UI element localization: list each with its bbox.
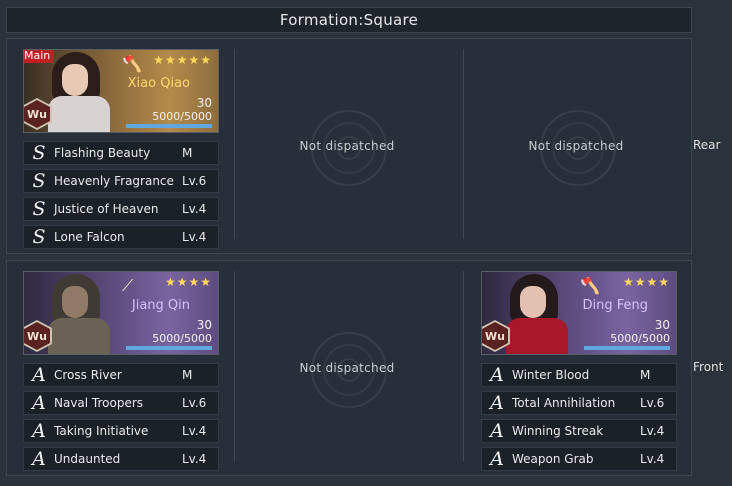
troop-bar-fill: [126, 124, 212, 128]
slot-divider: [234, 49, 235, 239]
skill-name: Justice of Heaven: [54, 202, 159, 216]
general-level: 30: [196, 96, 212, 110]
front-row-panel: Wu ⟋ ★★★★ Jiang Qin 30 5000/5000 A Cross …: [6, 260, 692, 476]
star-rating: ★★★★: [622, 275, 670, 289]
skill-level: Lv.4: [640, 452, 665, 466]
skill-grade: S: [32, 142, 46, 164]
rear-slot-1[interactable]: Wu Main 🪓 ★★★★★ Xiao Qiao 30 5000/5000 S…: [7, 39, 229, 253]
not-dispatched-label: Not dispatched: [299, 361, 395, 375]
skill-grade: A: [490, 448, 504, 470]
troop-bar: [584, 346, 670, 350]
skill-name: Total Annihilation: [512, 396, 616, 410]
skill-name: Winning Streak: [512, 424, 604, 438]
skill-row[interactable]: A Winning Streak Lv.4: [481, 419, 677, 443]
skill-name: Cross River: [54, 368, 122, 382]
skill-level: Lv.4: [182, 202, 207, 216]
rear-slot-2-empty[interactable]: Not dispatched: [236, 39, 458, 253]
skill-row[interactable]: A Undaunted Lv.4: [23, 447, 219, 471]
skill-level: Lv.4: [640, 424, 665, 438]
skill-level: Lv.6: [640, 396, 665, 410]
front-slot-1[interactable]: Wu ⟋ ★★★★ Jiang Qin 30 5000/5000 A Cross …: [7, 261, 229, 475]
skill-list: A Winter Blood M A Total Annihilation Lv.6 A…: [481, 363, 677, 475]
troop-bar-fill: [584, 346, 670, 350]
skill-level: Lv.4: [182, 452, 207, 466]
skill-row[interactable]: A Weapon Grab Lv.4: [481, 447, 677, 471]
skill-grade: A: [490, 420, 504, 442]
skill-grade: A: [490, 364, 504, 386]
skill-name: Heavenly Fragrance: [54, 174, 174, 188]
general-level: 30: [654, 318, 670, 332]
not-dispatched-label: Not dispatched: [528, 139, 624, 153]
skill-grade: S: [32, 198, 46, 220]
spear-icon: ⟋: [122, 276, 134, 295]
skill-level: M: [640, 368, 651, 382]
general-card-jiang-qin[interactable]: Wu ⟋ ★★★★ Jiang Qin 30 5000/5000: [23, 271, 219, 355]
troop-bar: [126, 124, 212, 128]
general-name: Xiao Qiao: [127, 76, 190, 91]
general-card-ding-feng[interactable]: Wu 🪓 ★★★★ Ding Feng 30 5000/5000: [481, 271, 677, 355]
skill-grade: A: [32, 448, 46, 470]
skill-level: Lv.6: [182, 396, 207, 410]
front-slot-3[interactable]: Wu 🪓 ★★★★ Ding Feng 30 5000/5000 A Winter…: [465, 261, 687, 475]
skill-name: Weapon Grab: [512, 452, 594, 466]
rear-slot-3-empty[interactable]: Not dispatched: [465, 39, 687, 253]
skill-grade: A: [32, 364, 46, 386]
skill-row[interactable]: A Total Annihilation Lv.6: [481, 391, 677, 415]
formation-title: Formation:Square: [6, 7, 692, 33]
troop-count: 5000/5000: [610, 332, 670, 345]
general-name: Jiang Qin: [131, 298, 190, 313]
axe-icon: 🪓: [122, 54, 142, 73]
slot-divider: [463, 271, 464, 461]
skill-row[interactable]: S Heavenly Fragrance Lv.6: [23, 169, 219, 193]
skill-row[interactable]: S Lone Falcon Lv.4: [23, 225, 219, 249]
troop-bar-fill: [126, 346, 212, 350]
star-rating: ★★★★: [164, 275, 212, 289]
rear-row-panel: Wu Main 🪓 ★★★★★ Xiao Qiao 30 5000/5000 S…: [6, 38, 692, 254]
general-card-xiao-qiao[interactable]: Wu Main 🪓 ★★★★★ Xiao Qiao 30 5000/5000: [23, 49, 219, 133]
skill-level: Lv.4: [182, 424, 207, 438]
row-label-rear: Rear: [693, 138, 721, 152]
skill-row[interactable]: A Naval Troopers Lv.6: [23, 391, 219, 415]
skill-grade: A: [490, 392, 504, 414]
troop-count: 5000/5000: [152, 110, 212, 123]
skill-name: Winter Blood: [512, 368, 590, 382]
skill-name: Lone Falcon: [54, 230, 125, 244]
star-rating: ★★★★★: [153, 53, 212, 67]
skill-row[interactable]: A Taking Initiative Lv.4: [23, 419, 219, 443]
main-badge: Main: [24, 50, 55, 63]
not-dispatched-label: Not dispatched: [299, 139, 395, 153]
skill-level: Lv.6: [182, 174, 207, 188]
skill-row[interactable]: A Winter Blood M: [481, 363, 677, 387]
skill-level: Lv.4: [182, 230, 207, 244]
skill-list: A Cross River M A Naval Troopers Lv.6 A Takin…: [23, 363, 219, 475]
skill-grade: S: [32, 226, 46, 248]
skill-level: M: [182, 146, 193, 160]
skill-list: S Flashing Beauty M S Heavenly Fragrance Lv.…: [23, 141, 219, 253]
troop-bar: [126, 346, 212, 350]
row-label-front: Front: [693, 360, 724, 374]
skill-name: Taking Initiative: [54, 424, 149, 438]
skill-row[interactable]: S Flashing Beauty M: [23, 141, 219, 165]
general-name: Ding Feng: [582, 298, 648, 313]
skill-name: Undaunted: [54, 452, 121, 466]
skill-name: Naval Troopers: [54, 396, 144, 410]
front-slot-2-empty[interactable]: Not dispatched: [236, 261, 458, 475]
slot-divider: [463, 49, 464, 239]
skill-grade: A: [32, 420, 46, 442]
skill-row[interactable]: S Justice of Heaven Lv.4: [23, 197, 219, 221]
general-level: 30: [196, 318, 212, 332]
axe-icon: 🪓: [580, 276, 600, 295]
skill-grade: A: [32, 392, 46, 414]
skill-row[interactable]: A Cross River M: [23, 363, 219, 387]
slot-divider: [234, 271, 235, 461]
skill-name: Flashing Beauty: [54, 146, 151, 160]
skill-grade: S: [32, 170, 46, 192]
skill-level: M: [182, 368, 193, 382]
troop-count: 5000/5000: [152, 332, 212, 345]
